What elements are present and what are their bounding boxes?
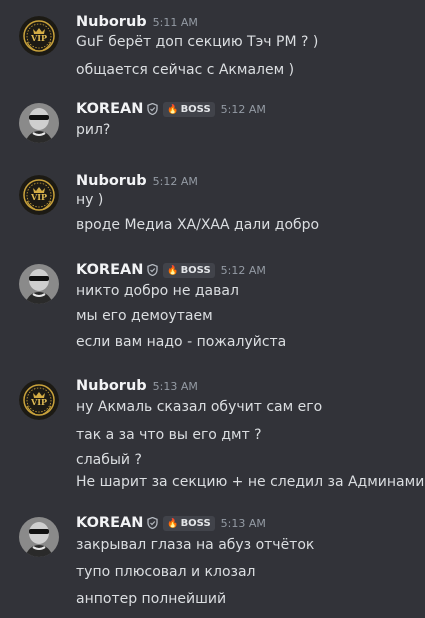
message-text: мы его демоутаем bbox=[76, 308, 213, 324]
vip-badge-icon: VIP bbox=[19, 380, 59, 420]
author-name[interactable]: Nuborub bbox=[76, 14, 147, 30]
vip-badge-icon: VIP bbox=[19, 175, 59, 215]
role-tag[interactable]: 🔥 BOSS bbox=[163, 516, 215, 531]
message-text: тупо плюсовал и клозал bbox=[76, 564, 256, 580]
role-tag[interactable]: 🔥 BOSS bbox=[163, 263, 215, 278]
role-tag-label: BOSS bbox=[180, 265, 211, 276]
message-text: слабый ? bbox=[76, 452, 142, 468]
timestamp[interactable]: 5:12 AM bbox=[221, 103, 266, 116]
message-feed: VIP Nuborub 5:11 AM GuF берёт доп секцию … bbox=[0, 0, 425, 618]
user-photo-icon bbox=[19, 517, 59, 557]
message-text: никто добро не давал bbox=[76, 283, 239, 299]
timestamp[interactable]: 5:11 AM bbox=[153, 16, 198, 29]
message-header: KOREAN 🔥 BOSS 5:12 AM bbox=[76, 98, 266, 118]
fire-icon: 🔥 bbox=[167, 105, 179, 115]
avatar[interactable]: VIP bbox=[19, 175, 59, 215]
message-text: так а за что вы его дмт ? bbox=[76, 427, 262, 443]
avatar[interactable] bbox=[19, 264, 59, 304]
fire-icon: 🔥 bbox=[167, 519, 179, 529]
message-header: KOREAN 🔥 BOSS 5:12 AM bbox=[76, 259, 266, 279]
author-name[interactable]: Nuborub bbox=[76, 173, 147, 189]
timestamp[interactable]: 5:13 AM bbox=[221, 517, 266, 530]
message-header: KOREAN 🔥 BOSS 5:13 AM bbox=[76, 512, 266, 532]
timestamp[interactable]: 5:12 AM bbox=[221, 264, 266, 277]
user-photo-icon bbox=[19, 264, 59, 304]
message-text: если вам надо - пожалуйста bbox=[76, 334, 287, 350]
role-tag-label: BOSS bbox=[180, 518, 211, 529]
message-text: рил? bbox=[76, 122, 111, 138]
user-photo-icon bbox=[19, 103, 59, 143]
shield-icon bbox=[147, 517, 158, 529]
svg-text:VIP: VIP bbox=[30, 33, 47, 43]
message-header: Nuborub 5:12 AM bbox=[76, 170, 198, 190]
author-name[interactable]: Nuborub bbox=[76, 378, 147, 394]
role-tag-label: BOSS bbox=[180, 104, 211, 115]
svg-text:VIP: VIP bbox=[30, 192, 47, 202]
message-header: Nuborub 5:11 AM bbox=[76, 11, 198, 31]
fire-icon: 🔥 bbox=[167, 266, 179, 276]
timestamp[interactable]: 5:13 AM bbox=[153, 380, 198, 393]
avatar[interactable] bbox=[19, 517, 59, 557]
message-text: Не шарит за секцию + не следил за Админа… bbox=[76, 474, 425, 490]
message-header: Nuborub 5:13 AM bbox=[76, 375, 198, 395]
message-text: ну ) bbox=[76, 192, 104, 208]
vip-badge-icon: VIP bbox=[19, 16, 59, 56]
avatar[interactable]: VIP bbox=[19, 16, 59, 56]
shield-icon bbox=[147, 264, 158, 276]
avatar[interactable] bbox=[19, 103, 59, 143]
author-name[interactable]: KOREAN bbox=[76, 515, 143, 531]
avatar[interactable]: VIP bbox=[19, 380, 59, 420]
shield-icon bbox=[147, 103, 158, 115]
message-text: вроде Медиа ХА/ХАА дали добро bbox=[76, 217, 320, 233]
message-text: GuF берёт доп секцию Тэч РМ ? ) bbox=[76, 34, 319, 50]
message-text: анпотер полнейший bbox=[76, 591, 227, 607]
timestamp[interactable]: 5:12 AM bbox=[153, 175, 198, 188]
message-text: общается сейчас с Акмалем ) bbox=[76, 62, 295, 78]
author-name[interactable]: KOREAN bbox=[76, 101, 143, 117]
svg-text:VIP: VIP bbox=[30, 397, 47, 407]
message-text: ну Акмаль сказал обучит сам его bbox=[76, 399, 323, 415]
role-tag[interactable]: 🔥 BOSS bbox=[163, 102, 215, 117]
author-name[interactable]: KOREAN bbox=[76, 262, 143, 278]
message-text: закрывал глаза на абуз отчёток bbox=[76, 537, 315, 553]
